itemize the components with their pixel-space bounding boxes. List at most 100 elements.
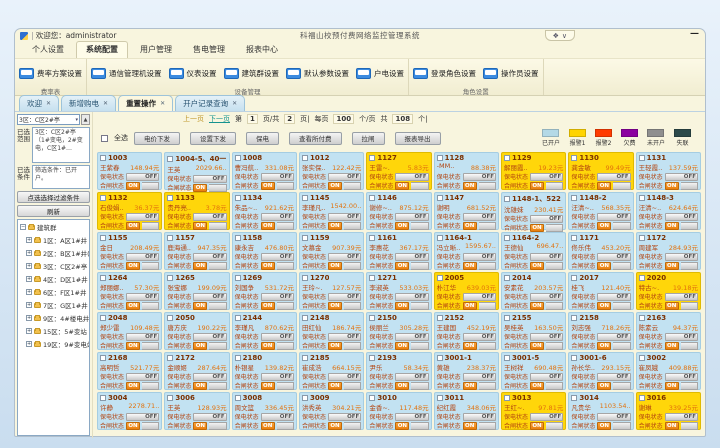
card-checkbox[interactable] — [235, 195, 241, 201]
card-checkbox[interactable] — [167, 355, 173, 361]
card-checkbox[interactable] — [639, 315, 645, 321]
hezha-off-toggle[interactable] — [613, 222, 630, 230]
hezha-off-toggle[interactable] — [479, 182, 496, 190]
baodian-off-toggle[interactable]: OFF — [126, 333, 159, 341]
hezha-on-toggle[interactable]: ON — [665, 302, 679, 310]
meter-card[interactable]: 1004-5、40一 王英 2029.66.. 保电状态 OFF 合闸状态 — [164, 152, 229, 190]
ribbon-item[interactable]: 通信管理机设置 — [91, 68, 162, 79]
baodian-off-toggle[interactable]: OFF — [597, 373, 630, 381]
meter-card[interactable]: 1148-3 汪清~.. 624.64元 保电状态 OFF 合闸状态 ON — [636, 192, 701, 230]
ribbon-item[interactable]: 默认参数设置 — [286, 68, 349, 79]
area-dropdown[interactable]: 3区：C区2#亭 ▾ — [17, 114, 80, 125]
ribbon-item[interactable]: 建筑群设置 — [224, 68, 280, 79]
meter-card[interactable]: 2144 李瑾凡 870.62元 保电状态 OFF 合闸状态 ON — [232, 312, 297, 350]
hezha-off-toggle[interactable] — [546, 382, 563, 390]
hezha-off-toggle[interactable] — [344, 182, 361, 190]
tree-item[interactable]: + 1区：A区1#井 — [20, 235, 88, 245]
hezha-off-toggle[interactable] — [613, 382, 630, 390]
card-checkbox[interactable] — [167, 315, 173, 321]
ribbon-item[interactable]: 费率方案设置 — [19, 68, 82, 79]
hezha-off-toggle[interactable] — [209, 382, 226, 390]
meter-card[interactable]: 1171 佟乐伟 453.20元 保电状态 OFF 合闸状态 ON — [568, 232, 633, 270]
baodian-off-toggle[interactable]: OFF — [328, 413, 361, 421]
hezha-off-toggle[interactable] — [142, 382, 159, 390]
baodian-off-toggle[interactable]: OFF — [328, 293, 361, 301]
hezha-on-toggle[interactable]: ON — [261, 182, 275, 190]
baodian-off-toggle[interactable]: OFF — [261, 253, 294, 261]
card-checkbox[interactable] — [437, 315, 443, 321]
tree-root[interactable]: − 建筑群 — [20, 222, 88, 232]
next-page-link[interactable]: 下一页 — [209, 114, 230, 124]
card-checkbox[interactable] — [302, 195, 308, 201]
hezha-off-toggle[interactable] — [546, 262, 563, 270]
hezha-off-toggle[interactable] — [613, 422, 630, 430]
meter-card[interactable]: 1012 张实保.. 122.42元 保电状态 OFF 合闸状态 ON — [299, 152, 364, 190]
card-checkbox[interactable] — [639, 155, 645, 161]
card-checkbox[interactable] — [639, 395, 645, 401]
hezha-on-toggle[interactable]: ON — [193, 184, 207, 192]
hezha-on-toggle[interactable]: ON — [463, 222, 477, 230]
hezha-on-toggle[interactable]: ON — [395, 182, 409, 190]
card-checkbox[interactable] — [167, 156, 173, 162]
hezha-off-toggle[interactable] — [411, 342, 428, 350]
card-checkbox[interactable] — [100, 275, 106, 281]
meter-card[interactable]: 1003 王紫春 148.94元 保电状态 OFF 合闸状态 ON — [97, 152, 162, 190]
meter-card[interactable]: 2163 陈素云 94.37元 保电状态 OFF 合闸状态 ON — [636, 312, 701, 350]
close-icon[interactable]: ✕ — [232, 100, 237, 107]
meter-card[interactable]: 2005 朴江华 639.03元 保电状态 OFF 合闸状态 ON — [434, 272, 499, 310]
menu-tab[interactable]: 报表中心 — [237, 42, 287, 58]
expand-icon[interactable]: + — [26, 315, 32, 321]
baodian-off-toggle[interactable]: OFF — [261, 373, 294, 381]
card-checkbox[interactable] — [167, 395, 173, 401]
meter-card[interactable]: 1131 王轻霞.. 137.59元 保电状态 OFF 合闸状态 ON — [636, 152, 701, 190]
close-icon[interactable]: ✕ — [160, 100, 165, 107]
hezha-on-toggle[interactable]: ON — [193, 262, 207, 270]
hezha-on-toggle[interactable]: ON — [328, 302, 342, 310]
hezha-off-toggle[interactable] — [411, 382, 428, 390]
toolbar-button[interactable]: 设置下发 — [190, 132, 236, 145]
hezha-off-toggle[interactable] — [209, 342, 226, 350]
meter-card[interactable]: 1145 李瑾凡.. 1542.00.. 保电状态 OFF 合闸状态 ON — [299, 192, 364, 230]
card-checkbox[interactable] — [571, 355, 577, 361]
hezha-on-toggle[interactable]: ON — [463, 182, 477, 190]
hezha-on-toggle[interactable]: ON — [530, 302, 544, 310]
meter-card[interactable]: 3014 凡贵华 1103.54.. 保电状态 OFF 合闸状态 ON — [568, 392, 633, 430]
meter-card[interactable]: 3002 崔凤娥 409.88元 保电状态 OFF 合闸状态 ON — [636, 352, 701, 390]
card-checkbox[interactable] — [504, 235, 510, 241]
expand-icon[interactable]: + — [26, 276, 32, 282]
baodian-off-toggle[interactable]: OFF — [597, 293, 630, 301]
meter-card[interactable]: 2172 金顺姬 287.64元 保电状态 OFF 合闸状态 ON — [164, 352, 229, 390]
baodian-off-toggle[interactable]: OFF — [261, 173, 294, 181]
baodian-off-toggle[interactable]: OFF — [193, 333, 226, 341]
hezha-off-toggle[interactable] — [344, 222, 361, 230]
hezha-off-toggle[interactable] — [142, 342, 159, 350]
card-checkbox[interactable] — [302, 235, 308, 241]
baodian-off-toggle[interactable]: OFF — [530, 215, 563, 223]
hezha-off-toggle[interactable] — [479, 342, 496, 350]
meter-card[interactable]: 2020 特古~. 19.18元 保电状态 OFF 合闸状态 ON — [636, 272, 701, 310]
hezha-on-toggle[interactable]: ON — [261, 342, 275, 350]
card-checkbox[interactable] — [235, 355, 241, 361]
baodian-off-toggle[interactable]: OFF — [530, 173, 563, 181]
hezha-on-toggle[interactable]: ON — [261, 302, 275, 310]
baodian-off-toggle[interactable]: OFF — [328, 253, 361, 261]
card-checkbox[interactable] — [369, 355, 375, 361]
hezha-off-toggle[interactable] — [209, 262, 226, 270]
card-checkbox[interactable] — [437, 355, 443, 361]
meter-card[interactable]: 2168 高明哲 521.77元 保电状态 OFF 合闸状态 ON — [97, 352, 162, 390]
hezha-on-toggle[interactable]: ON — [530, 262, 544, 270]
meter-card[interactable]: 2152 王建国 452.19元 保电状态 OFF 合闸状态 ON — [434, 312, 499, 350]
hezha-off-toggle[interactable] — [209, 302, 226, 310]
tree-item[interactable]: + 9区：4#楼电井（4# — [20, 313, 88, 323]
meter-card[interactable]: 1132 石俊娟.. 36.37元 保电状态 OFF 合闸状态 ON — [97, 192, 162, 230]
card-checkbox[interactable] — [639, 355, 645, 361]
meter-card[interactable]: 2185 崔成浩 664.15元 保电状态 OFF 合闸状态 ON — [299, 352, 364, 390]
toolbar-button[interactable]: 电价下发 — [134, 132, 180, 145]
card-checkbox[interactable] — [437, 235, 443, 241]
document-tab[interactable]: 开户记录查询 ✕ — [175, 95, 245, 111]
hezha-off-toggle[interactable] — [613, 342, 630, 350]
close-icon[interactable]: ✕ — [46, 100, 51, 107]
hezha-off-toggle[interactable] — [681, 382, 698, 390]
menu-tab[interactable]: 系统配置 — [76, 41, 128, 58]
hezha-off-toggle[interactable] — [209, 184, 226, 192]
